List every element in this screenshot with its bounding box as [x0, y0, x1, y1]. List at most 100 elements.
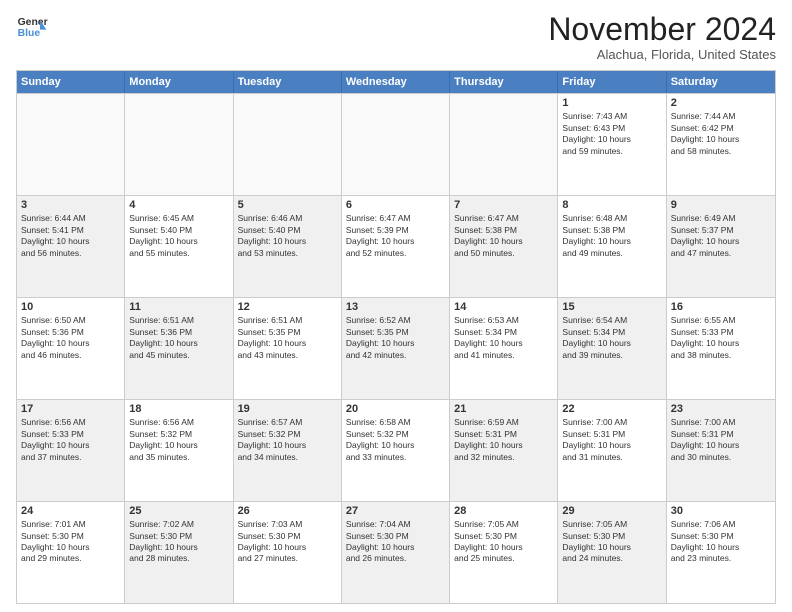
cell-info: Sunrise: 6:45 AM Sunset: 5:40 PM Dayligh… [129, 213, 228, 259]
cell-info: Sunrise: 7:02 AM Sunset: 5:30 PM Dayligh… [129, 519, 228, 565]
calendar-row: 24 Sunrise: 7:01 AM Sunset: 5:30 PM Dayli… [17, 501, 775, 603]
cell-info: Sunrise: 6:56 AM Sunset: 5:32 PM Dayligh… [129, 417, 228, 463]
calendar-cell: 21 Sunrise: 6:59 AM Sunset: 5:31 PM Dayli… [450, 400, 558, 501]
weekday-header: Friday [558, 71, 666, 93]
day-number: 23 [671, 403, 771, 415]
calendar-cell: 27 Sunrise: 7:04 AM Sunset: 5:30 PM Dayli… [342, 502, 450, 603]
cell-info: Sunrise: 7:03 AM Sunset: 5:30 PM Dayligh… [238, 519, 337, 565]
cell-info: Sunrise: 6:50 AM Sunset: 5:36 PM Dayligh… [21, 315, 120, 361]
day-number: 20 [346, 403, 445, 415]
weekday-header: Wednesday [342, 71, 450, 93]
cell-info: Sunrise: 6:48 AM Sunset: 5:38 PM Dayligh… [562, 213, 661, 259]
calendar-cell: 18Sunrise: 6:56 AM Sunset: 5:32 PM Dayli… [125, 400, 233, 501]
weekday-header: Thursday [450, 71, 558, 93]
cell-info: Sunrise: 6:53 AM Sunset: 5:34 PM Dayligh… [454, 315, 553, 361]
svg-text:Blue: Blue [18, 28, 41, 39]
logo-icon: General Blue [16, 12, 48, 44]
calendar-header: SundayMondayTuesdayWednesdayThursdayFrid… [17, 71, 775, 93]
cell-info: Sunrise: 7:05 AM Sunset: 5:30 PM Dayligh… [454, 519, 553, 565]
calendar-row: 17Sunrise: 6:56 AM Sunset: 5:33 PM Dayli… [17, 399, 775, 501]
calendar-cell: 30 Sunrise: 7:06 AM Sunset: 5:30 PM Dayli… [667, 502, 775, 603]
calendar-cell: 19 Sunrise: 6:57 AM Sunset: 5:32 PM Dayli… [234, 400, 342, 501]
calendar-cell: 15 Sunrise: 6:54 AM Sunset: 5:34 PM Dayli… [558, 298, 666, 399]
calendar-cell: 25 Sunrise: 7:02 AM Sunset: 5:30 PM Dayli… [125, 502, 233, 603]
weekday-header: Tuesday [234, 71, 342, 93]
page: General Blue November 2024 Alachua, Flor… [0, 0, 792, 612]
calendar-row: 10 Sunrise: 6:50 AM Sunset: 5:36 PM Dayli… [17, 297, 775, 399]
cell-info: Sunrise: 7:06 AM Sunset: 5:30 PM Dayligh… [671, 519, 771, 565]
day-number: 15 [562, 301, 661, 313]
cell-info: Sunrise: 6:44 AM Sunset: 5:41 PM Dayligh… [21, 213, 120, 259]
cell-info: Sunrise: 6:59 AM Sunset: 5:31 PM Dayligh… [454, 417, 553, 463]
cell-info: Sunrise: 7:00 AM Sunset: 5:31 PM Dayligh… [562, 417, 661, 463]
calendar-cell: 9Sunrise: 6:49 AM Sunset: 5:37 PM Daylig… [667, 196, 775, 297]
calendar-cell: 10 Sunrise: 6:50 AM Sunset: 5:36 PM Dayli… [17, 298, 125, 399]
day-number: 8 [562, 199, 661, 211]
calendar-cell: 13 Sunrise: 6:52 AM Sunset: 5:35 PM Dayli… [342, 298, 450, 399]
day-number: 10 [21, 301, 120, 313]
day-number: 30 [671, 505, 771, 517]
day-number: 25 [129, 505, 228, 517]
calendar-cell: 12Sunrise: 6:51 AM Sunset: 5:35 PM Dayli… [234, 298, 342, 399]
calendar-cell: 3Sunrise: 6:44 AM Sunset: 5:41 PM Daylig… [17, 196, 125, 297]
calendar-cell: 11Sunrise: 6:51 AM Sunset: 5:36 PM Dayli… [125, 298, 233, 399]
day-number: 1 [562, 97, 661, 109]
cell-info: Sunrise: 7:43 AM Sunset: 6:43 PM Dayligh… [562, 111, 661, 157]
calendar-cell [342, 94, 450, 195]
day-number: 19 [238, 403, 337, 415]
cell-info: Sunrise: 7:04 AM Sunset: 5:30 PM Dayligh… [346, 519, 445, 565]
calendar-cell: 2 Sunrise: 7:44 AM Sunset: 6:42 PM Daylig… [667, 94, 775, 195]
calendar-cell: 23 Sunrise: 7:00 AM Sunset: 5:31 PM Dayli… [667, 400, 775, 501]
calendar-cell: 20 Sunrise: 6:58 AM Sunset: 5:32 PM Dayli… [342, 400, 450, 501]
weekday-header: Sunday [17, 71, 125, 93]
calendar-cell: 8 Sunrise: 6:48 AM Sunset: 5:38 PM Daylig… [558, 196, 666, 297]
calendar-cell: 29 Sunrise: 7:05 AM Sunset: 5:30 PM Dayli… [558, 502, 666, 603]
day-number: 12 [238, 301, 337, 313]
calendar-cell [450, 94, 558, 195]
day-number: 5 [238, 199, 337, 211]
cell-info: Sunrise: 6:55 AM Sunset: 5:33 PM Dayligh… [671, 315, 771, 361]
cell-info: Sunrise: 6:54 AM Sunset: 5:34 PM Dayligh… [562, 315, 661, 361]
day-number: 29 [562, 505, 661, 517]
cell-info: Sunrise: 6:51 AM Sunset: 5:36 PM Dayligh… [129, 315, 228, 361]
day-number: 7 [454, 199, 553, 211]
day-number: 14 [454, 301, 553, 313]
calendar-cell: 6Sunrise: 6:47 AM Sunset: 5:39 PM Daylig… [342, 196, 450, 297]
calendar-row: 3Sunrise: 6:44 AM Sunset: 5:41 PM Daylig… [17, 195, 775, 297]
calendar-cell: 4Sunrise: 6:45 AM Sunset: 5:40 PM Daylig… [125, 196, 233, 297]
calendar-cell: 17Sunrise: 6:56 AM Sunset: 5:33 PM Dayli… [17, 400, 125, 501]
day-number: 22 [562, 403, 661, 415]
calendar-cell: 16 Sunrise: 6:55 AM Sunset: 5:33 PM Dayli… [667, 298, 775, 399]
weekday-header: Saturday [667, 71, 775, 93]
day-number: 16 [671, 301, 771, 313]
day-number: 13 [346, 301, 445, 313]
cell-info: Sunrise: 6:57 AM Sunset: 5:32 PM Dayligh… [238, 417, 337, 463]
cell-info: Sunrise: 7:05 AM Sunset: 5:30 PM Dayligh… [562, 519, 661, 565]
location: Alachua, Florida, United States [548, 47, 776, 62]
cell-info: Sunrise: 6:49 AM Sunset: 5:37 PM Dayligh… [671, 213, 771, 259]
cell-info: Sunrise: 7:01 AM Sunset: 5:30 PM Dayligh… [21, 519, 120, 565]
calendar-cell: 1 Sunrise: 7:43 AM Sunset: 6:43 PM Daylig… [558, 94, 666, 195]
calendar-cell: 5 Sunrise: 6:46 AM Sunset: 5:40 PM Daylig… [234, 196, 342, 297]
cell-info: Sunrise: 6:46 AM Sunset: 5:40 PM Dayligh… [238, 213, 337, 259]
cell-info: Sunrise: 6:52 AM Sunset: 5:35 PM Dayligh… [346, 315, 445, 361]
day-number: 2 [671, 97, 771, 109]
calendar-cell: 14 Sunrise: 6:53 AM Sunset: 5:34 PM Dayli… [450, 298, 558, 399]
calendar-body: 1 Sunrise: 7:43 AM Sunset: 6:43 PM Daylig… [17, 93, 775, 603]
title-block: November 2024 Alachua, Florida, United S… [548, 12, 776, 62]
calendar: SundayMondayTuesdayWednesdayThursdayFrid… [16, 70, 776, 604]
day-number: 21 [454, 403, 553, 415]
cell-info: Sunrise: 7:00 AM Sunset: 5:31 PM Dayligh… [671, 417, 771, 463]
day-number: 6 [346, 199, 445, 211]
logo: General Blue [16, 12, 48, 44]
month-title: November 2024 [548, 12, 776, 47]
calendar-row: 1 Sunrise: 7:43 AM Sunset: 6:43 PM Daylig… [17, 93, 775, 195]
calendar-cell: 22 Sunrise: 7:00 AM Sunset: 5:31 PM Dayli… [558, 400, 666, 501]
day-number: 27 [346, 505, 445, 517]
day-number: 24 [21, 505, 120, 517]
cell-info: Sunrise: 6:47 AM Sunset: 5:38 PM Dayligh… [454, 213, 553, 259]
calendar-cell [17, 94, 125, 195]
cell-info: Sunrise: 6:56 AM Sunset: 5:33 PM Dayligh… [21, 417, 120, 463]
cell-info: Sunrise: 6:58 AM Sunset: 5:32 PM Dayligh… [346, 417, 445, 463]
cell-info: Sunrise: 7:44 AM Sunset: 6:42 PM Dayligh… [671, 111, 771, 157]
